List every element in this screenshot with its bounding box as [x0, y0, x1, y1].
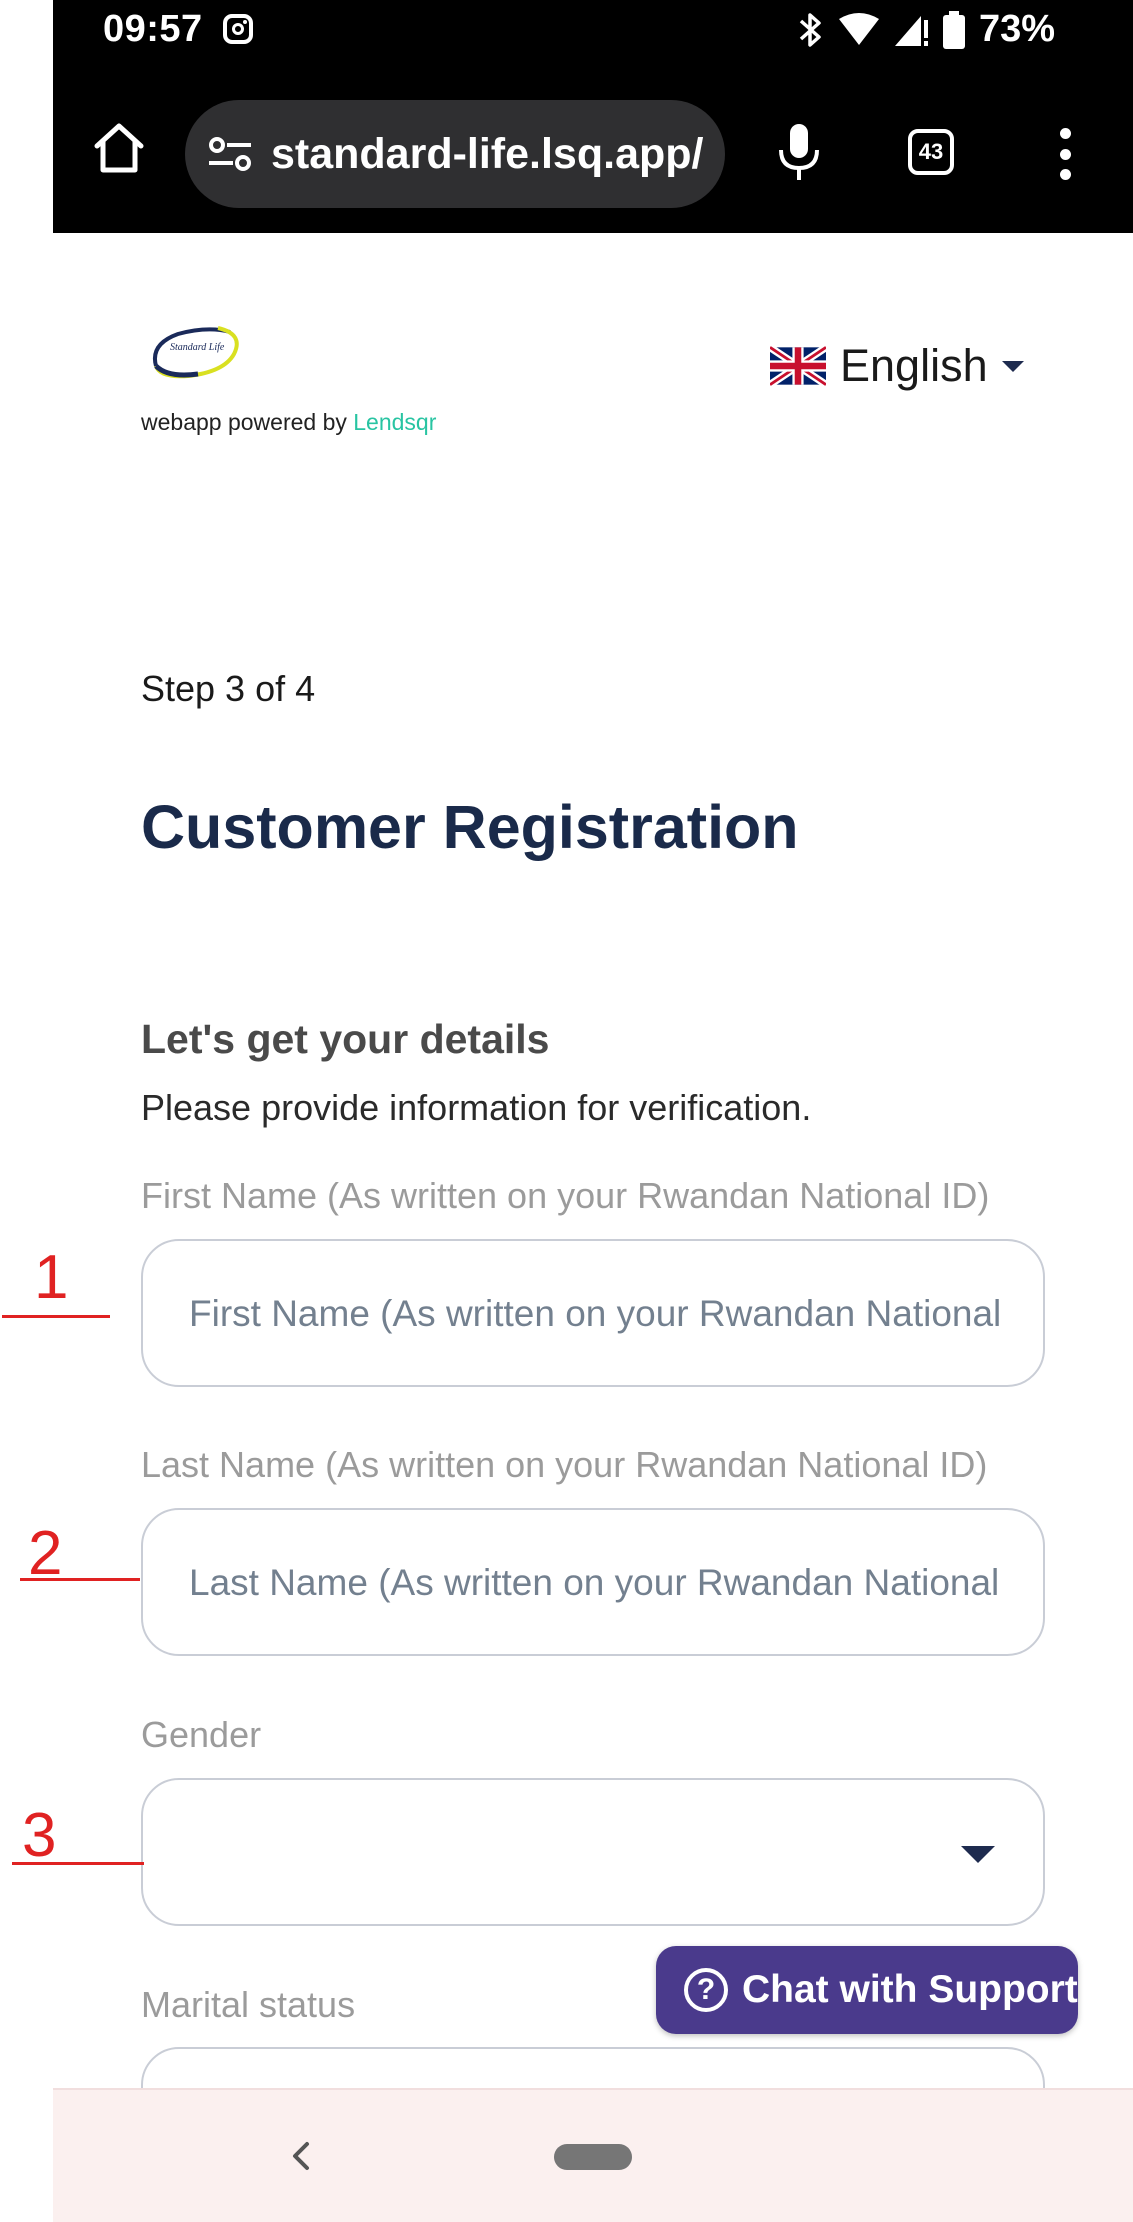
- status-time: 09:57: [103, 8, 203, 50]
- last-name-field[interactable]: [141, 1508, 1045, 1656]
- language-selector[interactable]: English: [770, 340, 1024, 392]
- language-label[interactable]: English: [840, 340, 988, 392]
- url-text[interactable]: standard-life.lsq.app/: [271, 130, 711, 179]
- first-name-label: First Name (As written on your Rwandan N…: [141, 1175, 990, 1216]
- battery-percent: 73%: [978, 8, 1055, 50]
- uk-flag-icon: [770, 346, 826, 386]
- browser-chrome: 09:57 73% standard-life.lsq.app/ 43: [53, 0, 1133, 233]
- home-icon[interactable]: [91, 120, 147, 176]
- marital-status-label: Marital status: [141, 1984, 356, 2025]
- status-icons: 73%: [795, 8, 1055, 51]
- chat-support-button[interactable]: ? Chat with Support: [656, 1946, 1078, 2034]
- system-nav-bar: [53, 2088, 1133, 2222]
- last-name-input[interactable]: [187, 1510, 1011, 1656]
- powered-by: webapp powered by Lendsqr: [141, 409, 436, 436]
- last-name-label: Last Name (As written on your Rwandan Na…: [141, 1444, 988, 1485]
- site-settings-icon[interactable]: [207, 134, 253, 174]
- bluetooth-icon: [799, 12, 821, 47]
- tabs-icon[interactable]: 43: [908, 129, 954, 175]
- help-icon: ?: [684, 1968, 728, 2012]
- powered-prefix: webapp powered by: [141, 409, 347, 435]
- wifi-icon: [838, 12, 879, 45]
- home-gesture-pill[interactable]: [554, 2144, 632, 2170]
- annotation-label: 1: [34, 1243, 69, 1312]
- left-margin: [0, 0, 53, 2220]
- address-bar[interactable]: standard-life.lsq.app/: [185, 100, 725, 208]
- powered-brand-link[interactable]: Lendsqr: [353, 409, 436, 435]
- page-title: Customer Registration: [141, 793, 799, 861]
- annotation-line: [20, 1578, 140, 1581]
- gender-select[interactable]: [141, 1778, 1045, 1926]
- instagram-icon: [223, 14, 253, 44]
- chevron-down-icon[interactable]: [1001, 360, 1024, 372]
- battery-icon: [942, 10, 965, 49]
- signal-icon: [894, 15, 928, 46]
- caret-down-icon[interactable]: [961, 1846, 995, 1863]
- annotation-label: 3: [22, 1801, 57, 1870]
- annotation-line: [2, 1315, 110, 1318]
- first-name-field[interactable]: [141, 1239, 1045, 1387]
- logo-text: Standard Life: [170, 342, 225, 353]
- annotation-line: [12, 1862, 144, 1865]
- back-icon[interactable]: [283, 2138, 319, 2174]
- standard-life-logo: Standard Life: [153, 326, 239, 379]
- first-name-input[interactable]: [187, 1241, 1011, 1387]
- section-heading: Let's get your details: [141, 1016, 550, 1062]
- chat-support-label[interactable]: Chat with Support: [742, 1968, 1078, 2012]
- gender-label: Gender: [141, 1714, 262, 1755]
- section-description: Please provide information for verificat…: [141, 1087, 812, 1128]
- mic-icon[interactable]: [777, 122, 821, 182]
- more-icon[interactable]: [1058, 128, 1072, 180]
- step-indicator: Step 3 of 4: [141, 668, 316, 709]
